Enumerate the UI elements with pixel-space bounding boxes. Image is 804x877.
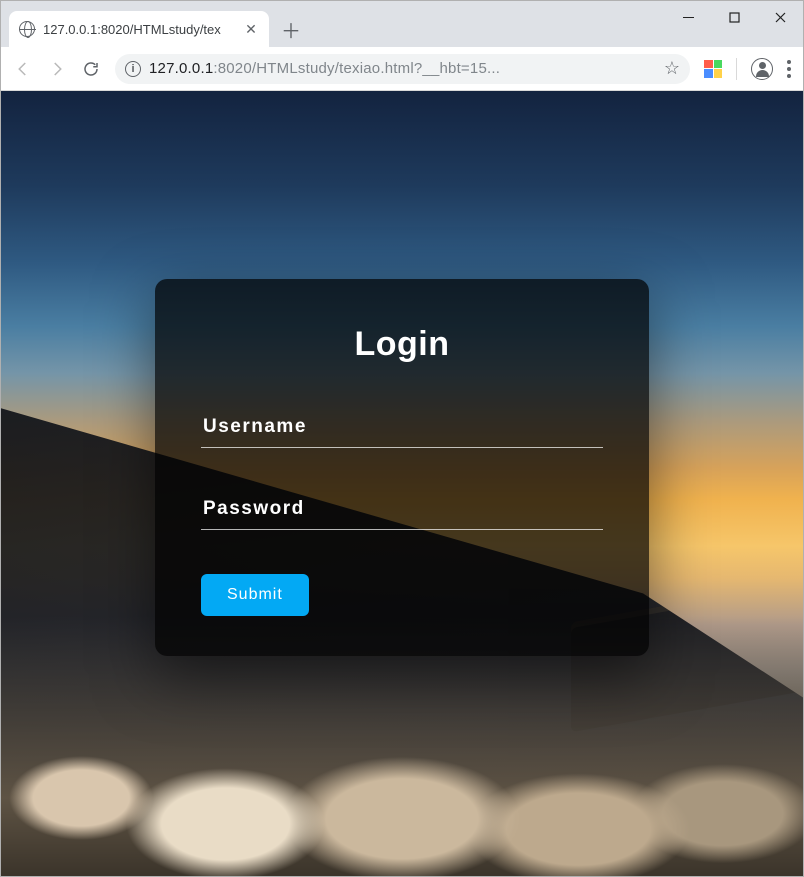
profile-avatar-icon[interactable] [751,58,773,80]
username-field: Username [201,410,603,448]
extension-icon[interactable] [704,60,722,78]
globe-icon [19,21,35,37]
toolbar: i 127.0.0.1:8020/HTMLstudy/texiao.html?_… [1,47,803,91]
browser-tab[interactable]: 127.0.0.1:8020/HTMLstudy/tex ✕ [9,11,269,47]
password-input[interactable] [201,492,603,530]
reload-button[interactable] [81,59,101,79]
close-tab-icon[interactable]: ✕ [243,21,259,37]
maximize-button[interactable] [711,1,757,33]
password-field: Password [201,492,603,530]
back-button[interactable] [13,59,33,79]
site-info-icon[interactable]: i [125,61,141,77]
minimize-button[interactable] [665,1,711,33]
close-window-button[interactable] [757,1,803,33]
tab-title: 127.0.0.1:8020/HTMLstudy/tex [43,22,235,37]
login-title: Login [201,325,603,364]
menu-kebab-icon[interactable] [787,60,791,78]
new-tab-button[interactable]: ＋ [277,15,305,43]
forward-button[interactable] [47,59,67,79]
titlebar: 127.0.0.1:8020/HTMLstudy/tex ✕ ＋ [1,1,803,47]
login-card: Login Username Password Submit [155,279,649,656]
submit-button[interactable]: Submit [201,574,309,616]
bookmark-star-icon[interactable]: ☆ [664,58,680,79]
browser-window: 127.0.0.1:8020/HTMLstudy/tex ✕ ＋ [0,0,804,877]
username-input[interactable] [201,410,603,448]
url-text: 127.0.0.1:8020/HTMLstudy/texiao.html?__h… [149,60,656,77]
address-bar[interactable]: i 127.0.0.1:8020/HTMLstudy/texiao.html?_… [115,54,690,84]
toolbar-separator [736,58,737,80]
page-viewport: Login Username Password Submit [1,91,803,876]
window-controls [665,1,803,33]
